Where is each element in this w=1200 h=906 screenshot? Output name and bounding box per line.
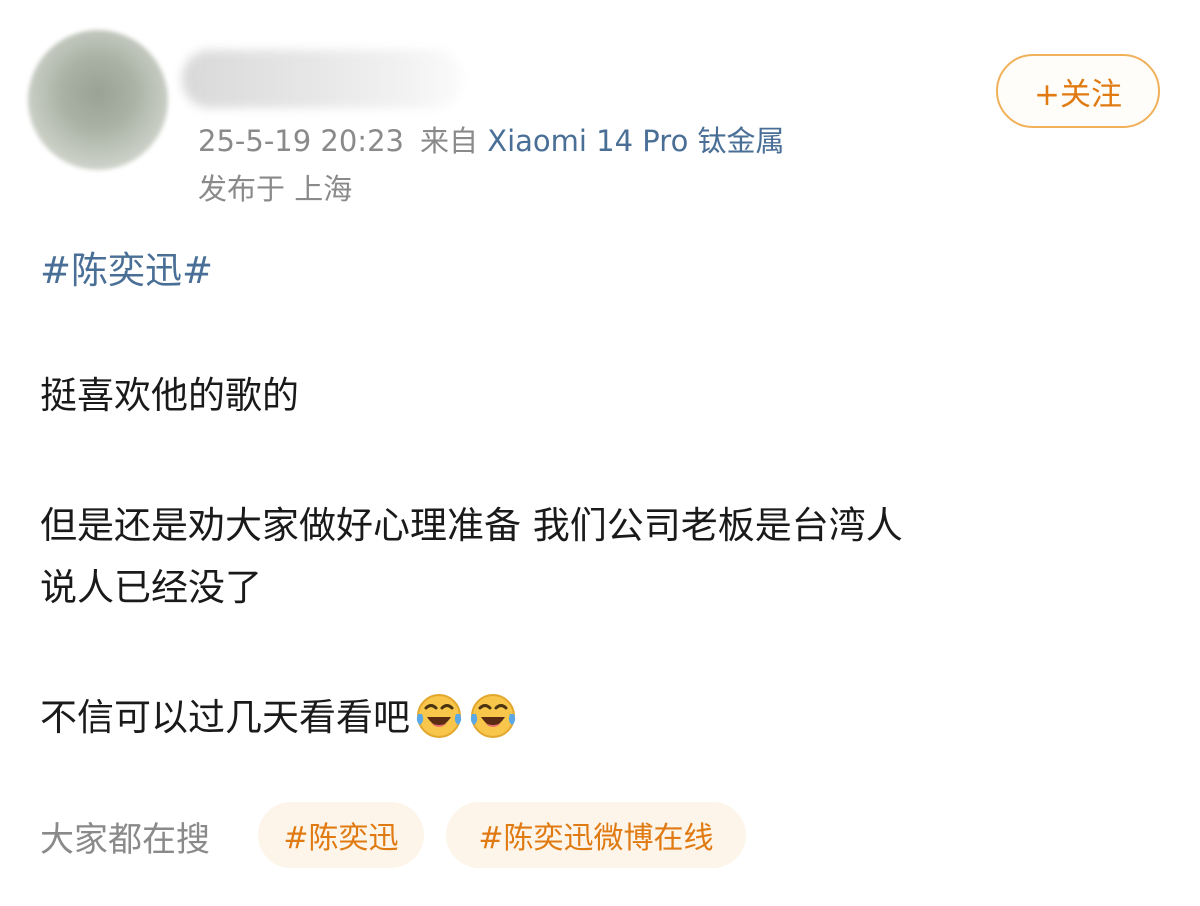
post-location: 发布于 上海 xyxy=(198,172,353,206)
device-link[interactable]: Xiaomi 14 Pro 钛金属 xyxy=(487,124,784,158)
trending-chip-1[interactable]: #陈奕迅 xyxy=(258,802,424,868)
trending-chip-2[interactable]: #陈奕迅微博在线 xyxy=(446,802,746,868)
laugh-cry-icon xyxy=(416,694,462,738)
post-text-line-4-text: 不信可以过几天看看吧 xyxy=(40,696,410,739)
post-meta: 25-5-19 20:23 来自 Xiaomi 14 Pro 钛金属 xyxy=(198,118,785,160)
post-text-line-3: 说人已经没了 xyxy=(40,566,262,609)
trending-search-label: 大家都在搜 xyxy=(40,820,210,860)
username-blurred[interactable] xyxy=(182,50,462,108)
weibo-post-card: 25-5-19 20:23 来自 Xiaomi 14 Pro 钛金属 发布于 上海… xyxy=(0,0,1200,906)
post-text-line-4: 不信可以过几天看看吧 xyxy=(40,690,518,746)
source-prefix: 来自 xyxy=(419,124,478,158)
post-text-line-2: 但是还是劝大家做好心理准备 我们公司老板是台湾人 xyxy=(40,504,903,547)
laugh-cry-icon xyxy=(470,694,516,738)
post-timestamp: 25-5-19 20:23 xyxy=(198,124,404,158)
follow-button[interactable]: +关注 xyxy=(996,54,1160,128)
avatar[interactable] xyxy=(28,30,168,170)
post-text-line-1: 挺喜欢他的歌的 xyxy=(40,374,299,417)
topic-hashtag-link[interactable]: #陈奕迅# xyxy=(40,240,213,294)
